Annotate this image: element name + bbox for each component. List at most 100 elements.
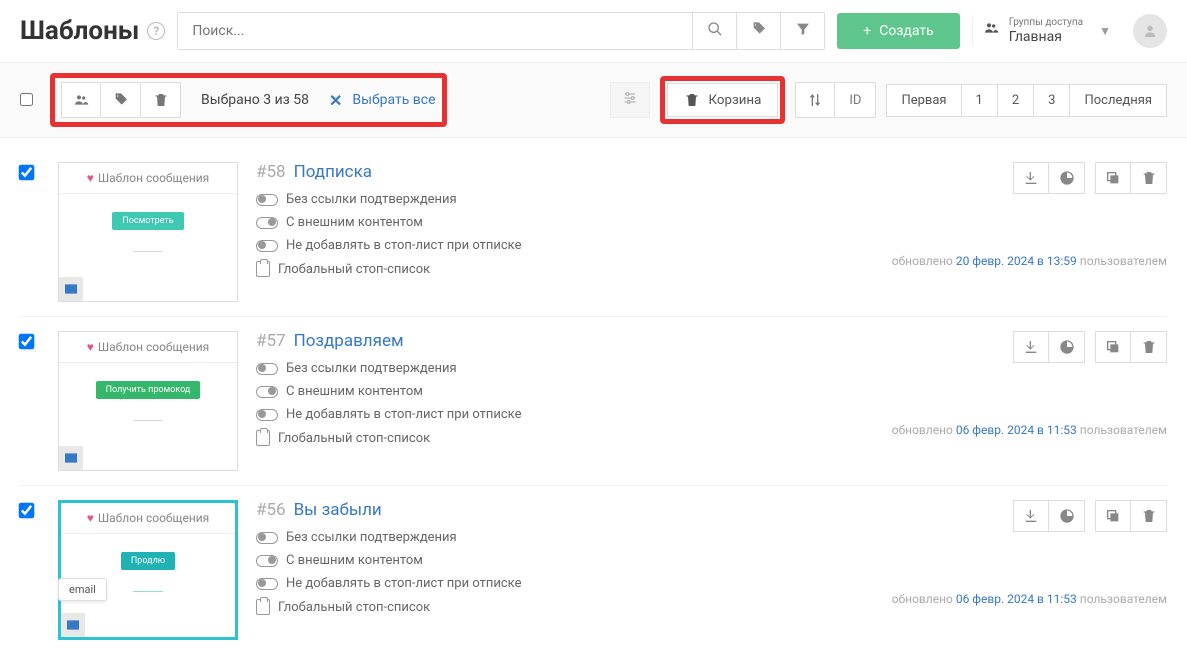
- bulk-actions-highlight: Выбрано 3 из 58 ✕ Выбрать все: [50, 73, 447, 127]
- flag-label: Глобальный стоп-список: [278, 431, 430, 446]
- access-label: Группы доступа: [1009, 17, 1083, 29]
- filters-toggle-button[interactable]: [610, 82, 650, 118]
- download-button[interactable]: [1013, 500, 1049, 532]
- delete-button[interactable]: [1131, 500, 1167, 532]
- flag-label: Не добавлять в стоп-лист при отписке: [286, 238, 521, 253]
- user-icon: [1142, 23, 1158, 39]
- flags: Без ссылки подтверждения С внешним конте…: [256, 530, 874, 615]
- flag-label: Без ссылки подтверждения: [286, 192, 457, 207]
- row-right: обновлено 06 февр. 2024 в 11:53 пользова…: [892, 331, 1167, 437]
- create-button[interactable]: + Создать: [837, 13, 959, 49]
- copy-button[interactable]: [1095, 162, 1131, 194]
- download-icon: [1023, 508, 1039, 524]
- help-icon[interactable]: ?: [147, 22, 165, 40]
- page-3[interactable]: 3: [1034, 84, 1070, 117]
- list-item: ♥Шаблон сообщения Продлю ────── #56 Вы з…: [20, 486, 1167, 654]
- download-icon: [1023, 339, 1039, 355]
- template-title-link[interactable]: Поздравляем: [294, 331, 404, 351]
- select-all-link[interactable]: Выбрать все: [352, 92, 435, 108]
- template-title-link[interactable]: Подписка: [294, 162, 372, 182]
- email-icon: [63, 281, 79, 297]
- bulk-group-button[interactable]: [61, 82, 101, 118]
- template-list: ♥Шаблон сообщения Посмотреть ────── #58 …: [0, 138, 1187, 664]
- updated-date: 06 февр. 2024 в 11:53: [956, 423, 1077, 437]
- flag-label: С внешним контентом: [286, 553, 423, 568]
- flag-label: Глобальный стоп-список: [278, 600, 430, 615]
- select-all-checkbox-wrap: [20, 91, 40, 110]
- row-checkbox[interactable]: [19, 165, 35, 181]
- page-2[interactable]: 2: [998, 84, 1034, 117]
- toggle-icon: [256, 555, 278, 567]
- email-badge[interactable]: [61, 613, 85, 637]
- bulk-delete-button[interactable]: [141, 82, 181, 118]
- template-thumbnail[interactable]: ♥Шаблон сообщения Получить промокод ────…: [58, 331, 238, 471]
- list-item: ♥Шаблон сообщения Посмотреть ────── #58 …: [20, 148, 1167, 317]
- thumb-footer: ──────: [59, 248, 237, 256]
- selection-count: Выбрано 3 из 58: [201, 92, 309, 108]
- copy-button[interactable]: [1095, 500, 1131, 532]
- search-input[interactable]: [178, 13, 692, 49]
- row-right: обновлено 06 февр. 2024 в 11:53 пользова…: [892, 500, 1167, 606]
- row-content: #58 Подписка Без ссылки подтверждения С …: [256, 162, 874, 277]
- tag-icon: [751, 21, 767, 37]
- sliders-icon: [622, 90, 638, 106]
- pie-icon: [1059, 508, 1075, 524]
- stats-button[interactable]: [1049, 331, 1085, 363]
- tags-button[interactable]: [736, 13, 780, 49]
- updated-line: обновлено 20 февр. 2024 в 13:59 пользова…: [892, 254, 1167, 268]
- heart-icon: ♥: [87, 511, 94, 525]
- updated-date: 20 февр. 2024 в 13:59: [956, 254, 1077, 268]
- toggle-icon: [256, 194, 278, 206]
- row-checkbox[interactable]: [19, 334, 35, 350]
- access-text: Группы доступа Главная: [1009, 17, 1083, 46]
- create-label: Создать: [879, 23, 934, 39]
- plus-icon: +: [863, 23, 871, 39]
- avatar[interactable]: [1133, 14, 1167, 48]
- row-checkbox[interactable]: [19, 503, 35, 519]
- download-button[interactable]: [1013, 331, 1049, 363]
- email-badge[interactable]: [59, 277, 83, 301]
- trash-icon: [1141, 170, 1157, 186]
- search-button[interactable]: [692, 13, 736, 49]
- bulk-tag-button[interactable]: [101, 82, 141, 118]
- trash-label: Корзина: [708, 93, 761, 108]
- clear-selection-button[interactable]: ✕: [329, 91, 342, 110]
- trash-icon: [1141, 508, 1157, 524]
- copy-icon: [1105, 170, 1121, 186]
- select-all-checkbox[interactable]: [20, 93, 33, 106]
- group-icon: [983, 20, 999, 41]
- page-1[interactable]: 1: [962, 84, 998, 117]
- page-last[interactable]: Последняя: [1070, 84, 1167, 117]
- copy-button[interactable]: [1095, 331, 1131, 363]
- thumb-cta: Посмотреть: [112, 212, 183, 230]
- page-title-text: Шаблоны: [20, 16, 139, 46]
- heart-icon: ♥: [87, 340, 94, 354]
- toggle-icon: [256, 409, 278, 421]
- template-thumbnail[interactable]: ♥Шаблон сообщения Продлю ──────: [58, 500, 238, 640]
- download-button[interactable]: [1013, 162, 1049, 194]
- sort-direction-button[interactable]: [795, 82, 835, 118]
- filter-button[interactable]: [780, 13, 824, 49]
- toggle-icon: [256, 532, 278, 544]
- heart-icon: ♥: [87, 171, 94, 185]
- access-group-selector[interactable]: Группы доступа Главная ▼: [972, 17, 1121, 46]
- thumb-cta: Продлю: [121, 552, 175, 570]
- sort-group: ID: [795, 82, 876, 118]
- stats-button[interactable]: [1049, 500, 1085, 532]
- bulk-action-group: [61, 82, 181, 118]
- flag-label: Не добавлять в стоп-лист при отписке: [286, 576, 521, 591]
- stats-button[interactable]: [1049, 162, 1085, 194]
- email-badge[interactable]: [59, 446, 83, 470]
- template-title-link[interactable]: Вы забыли: [294, 500, 382, 520]
- template-thumbnail[interactable]: ♥Шаблон сообщения Посмотреть ──────: [58, 162, 238, 302]
- delete-button[interactable]: [1131, 331, 1167, 363]
- page-first[interactable]: Первая: [886, 84, 961, 117]
- delete-button[interactable]: [1131, 162, 1167, 194]
- sort-field-button[interactable]: ID: [835, 82, 876, 118]
- sort-icon: [807, 92, 823, 108]
- trash-button[interactable]: Корзина: [667, 83, 778, 117]
- trash-icon: [1141, 339, 1157, 355]
- list-item: ♥Шаблон сообщения Получить промокод ────…: [20, 317, 1167, 486]
- access-value: Главная: [1009, 29, 1083, 46]
- pie-icon: [1059, 170, 1075, 186]
